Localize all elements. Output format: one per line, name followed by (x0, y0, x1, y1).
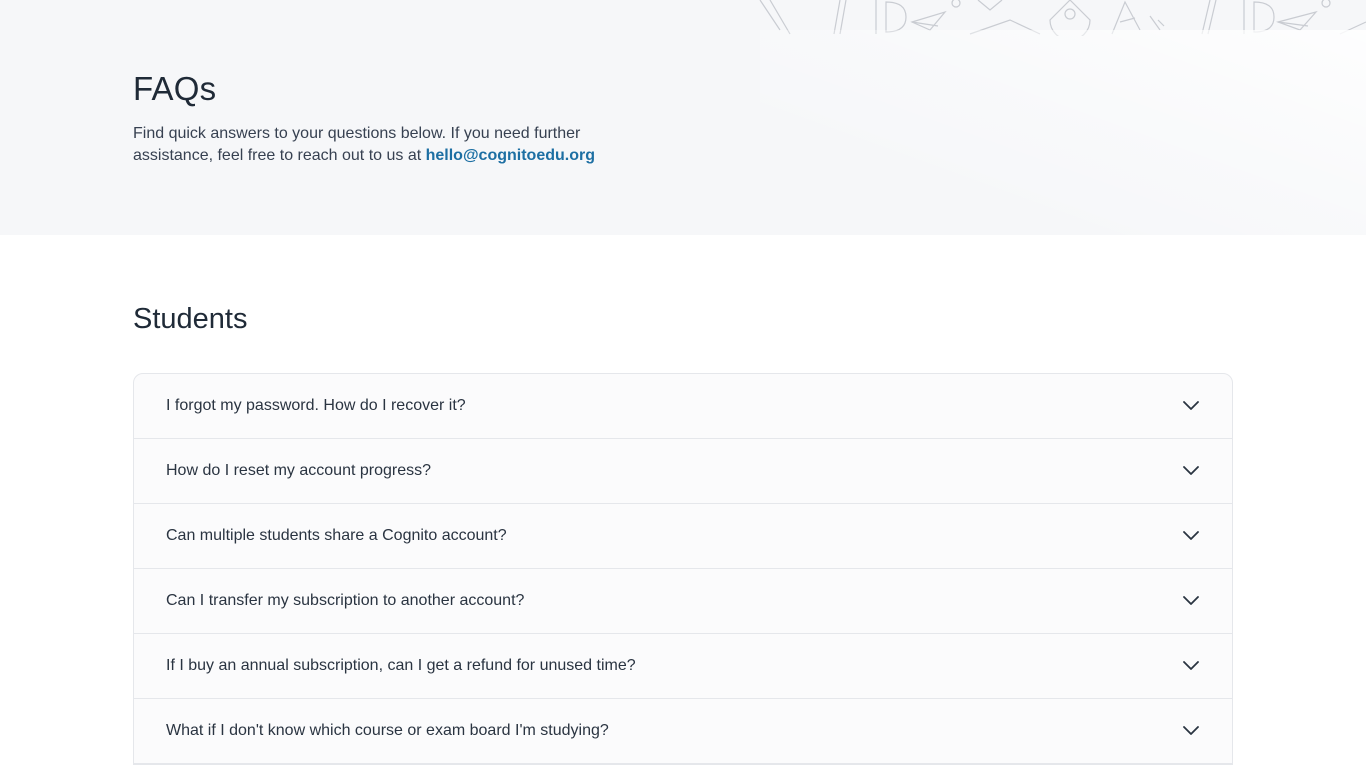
chevron-down-icon[interactable] (1182, 722, 1200, 740)
faq-item[interactable]: What if I don't know which course or exa… (134, 699, 1232, 764)
section-title-students: Students (133, 303, 248, 335)
faq-question: Can I transfer my subscription to anothe… (166, 592, 525, 609)
faq-hero: FAQs Find quick answers to your question… (0, 0, 1366, 235)
page-title: FAQs (133, 70, 217, 107)
hero-gradient-overlay (760, 30, 1366, 235)
faq-question: How do I reset my account progress? (166, 462, 432, 479)
chevron-down-icon[interactable] (1182, 592, 1200, 610)
faq-question: If I buy an annual subscription, can I g… (166, 657, 636, 674)
faq-accordion: I forgot my password. How do I recover i… (133, 373, 1233, 765)
chevron-down-icon[interactable] (1182, 397, 1200, 415)
faq-question: I forgot my password. How do I recover i… (166, 397, 466, 414)
page-description: Find quick answers to your questions bel… (133, 123, 613, 167)
faq-question: What if I don't know which course or exa… (166, 722, 609, 739)
chevron-down-icon[interactable] (1182, 462, 1200, 480)
faq-item[interactable]: How do I reset my account progress? (134, 439, 1232, 504)
chevron-down-icon[interactable] (1182, 527, 1200, 545)
contact-email-link[interactable]: hello@cognitoedu.org (426, 147, 595, 164)
chevron-down-icon[interactable] (1182, 657, 1200, 675)
faq-question: Can multiple students share a Cognito ac… (166, 527, 507, 544)
faq-item[interactable]: If I buy an annual subscription, can I g… (134, 634, 1232, 699)
faq-item[interactable]: Can I transfer my subscription to anothe… (134, 569, 1232, 634)
faq-item[interactable]: I forgot my password. How do I recover i… (134, 374, 1232, 439)
faq-item[interactable]: Can multiple students share a Cognito ac… (134, 504, 1232, 569)
